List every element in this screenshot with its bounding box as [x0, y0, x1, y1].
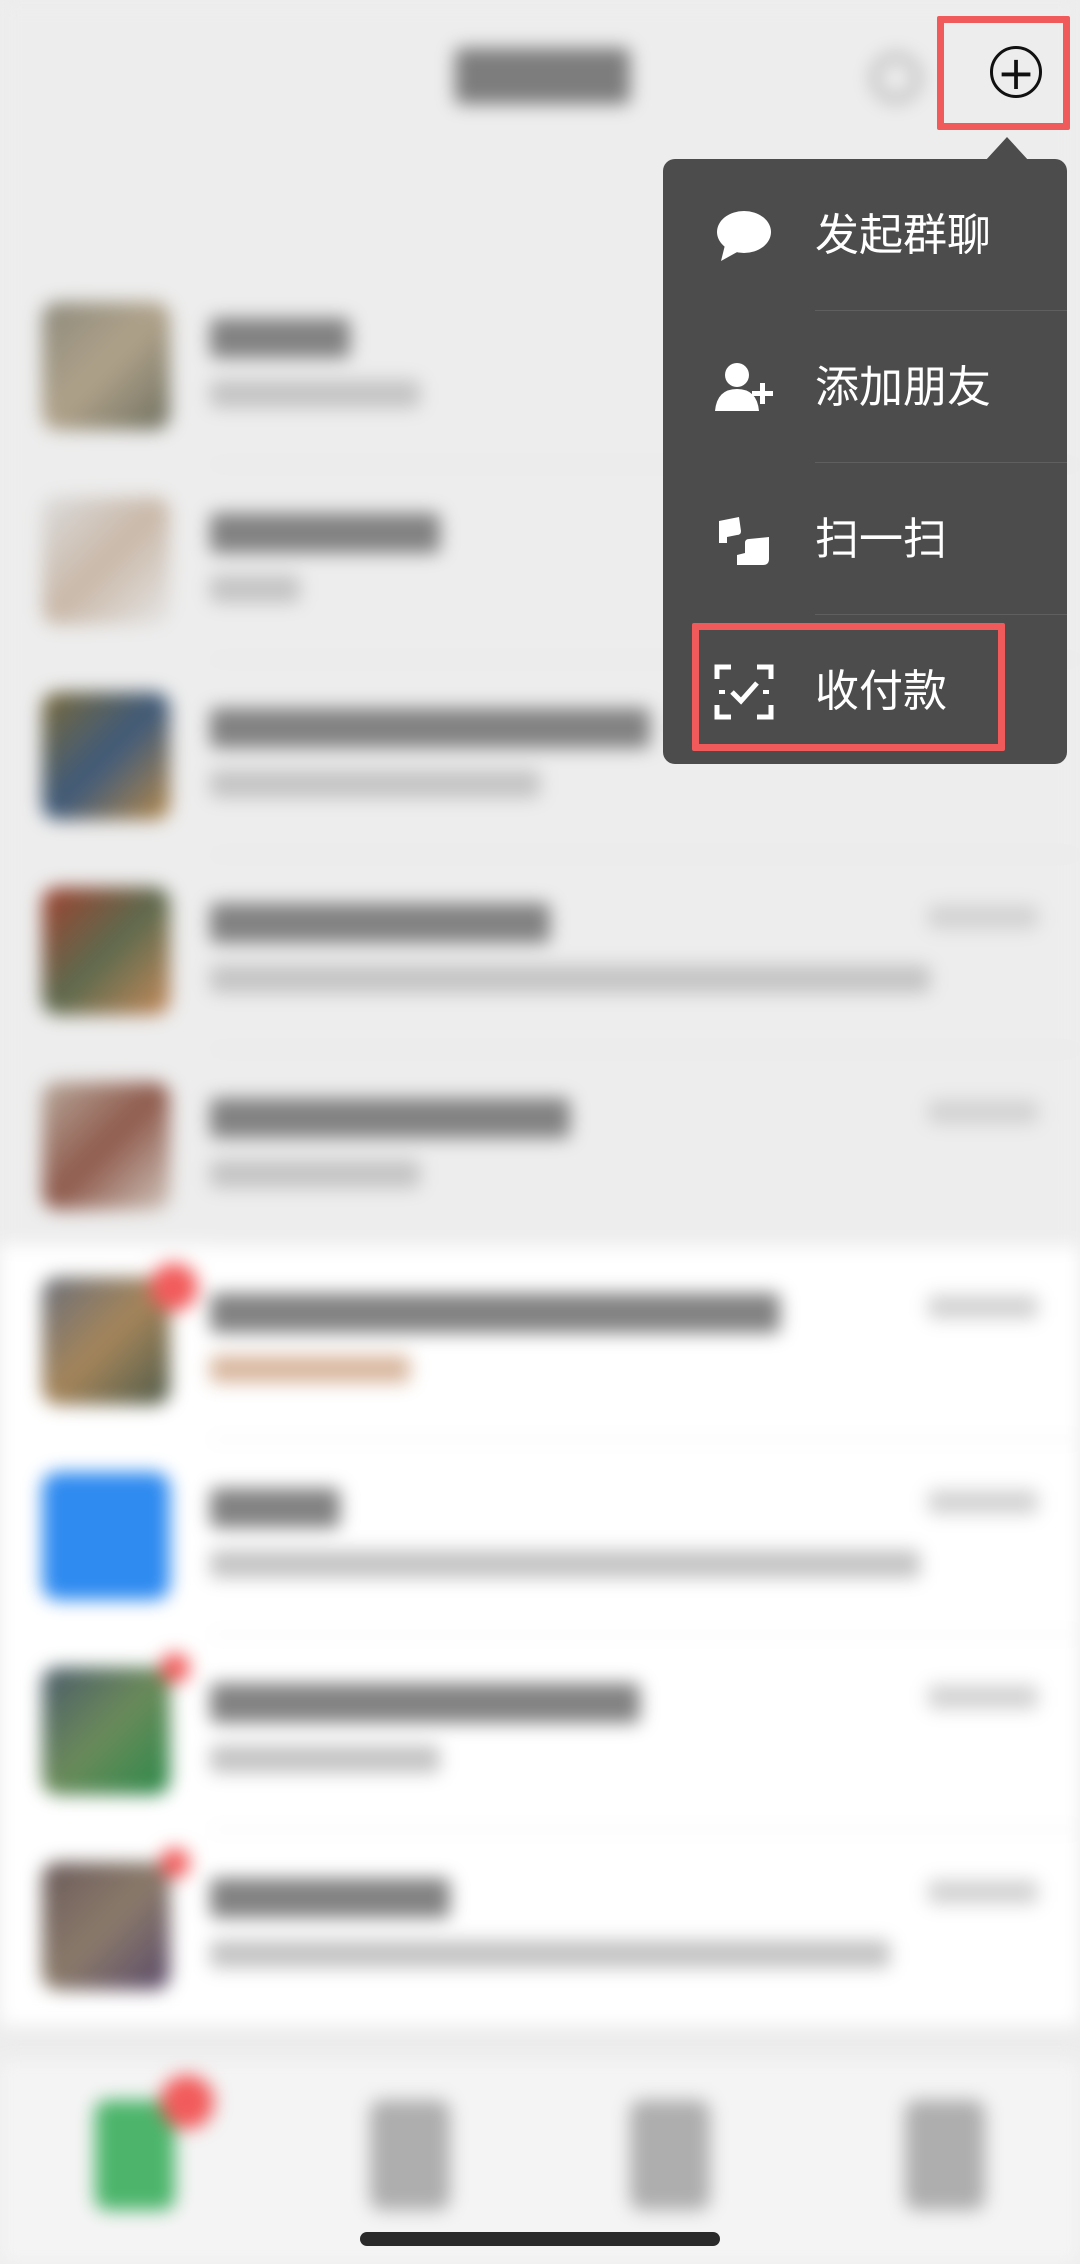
chat-preview-blurred	[210, 1550, 920, 1578]
chat-time-blurred	[928, 1100, 1038, 1124]
chat-preview-blurred	[210, 1940, 890, 1968]
tab-me[interactable]	[905, 2100, 985, 2210]
avatar	[42, 1082, 170, 1210]
tab-contacts[interactable]	[370, 2100, 450, 2210]
page-title-blurred	[455, 48, 630, 104]
chat-name-blurred	[210, 903, 550, 943]
unread-badge	[150, 1263, 198, 1311]
menu-item-label: 添加朋友	[815, 362, 991, 413]
menu-item-label: 扫一扫	[815, 514, 947, 565]
chat-row[interactable]	[0, 1635, 1080, 1830]
tab-badge	[160, 2075, 214, 2129]
avatar	[42, 1667, 170, 1795]
chat-time-blurred	[928, 1295, 1038, 1319]
tab-chats[interactable]	[95, 2100, 175, 2210]
chat-row[interactable]	[0, 1830, 1080, 2025]
chat-bubble-icon	[717, 211, 771, 261]
chat-preview-blurred	[210, 1160, 420, 1188]
avatar	[42, 1277, 170, 1405]
avatar	[42, 692, 170, 820]
avatar	[42, 1862, 170, 1990]
highlight-box-plus	[937, 16, 1070, 130]
menu-item-scan[interactable]: 扫一扫	[663, 463, 1067, 615]
tab-discover[interactable]	[630, 2100, 710, 2210]
chat-name-blurred	[210, 1098, 570, 1138]
avatar	[42, 302, 170, 430]
chat-row[interactable]	[0, 1050, 1080, 1245]
chat-name-blurred	[210, 1488, 340, 1528]
menu-item-group-chat[interactable]: 发起群聊	[663, 159, 1067, 311]
highlight-box-payment	[692, 623, 1005, 751]
avatar	[42, 497, 170, 625]
chat-row[interactable]	[0, 1245, 1080, 1440]
unread-badge	[160, 1653, 190, 1683]
chat-preview-blurred	[210, 965, 930, 993]
chat-preview-blurred	[210, 380, 420, 408]
chat-preview-blurred	[210, 575, 300, 603]
chat-preview-blurred	[210, 770, 540, 798]
chat-preview-blurred	[210, 1355, 410, 1383]
chat-time-blurred	[928, 1490, 1038, 1514]
chat-row[interactable]	[0, 855, 1080, 1050]
unread-badge	[160, 1848, 190, 1878]
menu-item-label: 发起群聊	[815, 210, 991, 261]
chat-time-blurred	[928, 1685, 1038, 1709]
chat-name-blurred	[210, 318, 350, 358]
chat-name-blurred	[210, 1878, 450, 1918]
chat-name-blurred	[210, 1293, 780, 1333]
chat-name-blurred	[210, 513, 440, 553]
home-indicator	[360, 2232, 720, 2246]
top-bar	[0, 0, 1080, 140]
chat-time-blurred	[928, 905, 1038, 929]
scan-icon	[719, 517, 769, 565]
menu-pointer	[985, 137, 1029, 161]
add-friend-icon	[715, 363, 773, 411]
avatar	[42, 1472, 170, 1600]
chat-name-blurred	[210, 708, 650, 748]
chat-preview-blurred	[210, 1745, 440, 1773]
avatar	[42, 887, 170, 1015]
search-icon[interactable]	[872, 54, 920, 102]
chat-time-blurred	[928, 1880, 1038, 1904]
chat-row[interactable]	[0, 1440, 1080, 1635]
menu-item-add-friend[interactable]: 添加朋友	[663, 311, 1067, 463]
chat-name-blurred	[210, 1683, 640, 1723]
